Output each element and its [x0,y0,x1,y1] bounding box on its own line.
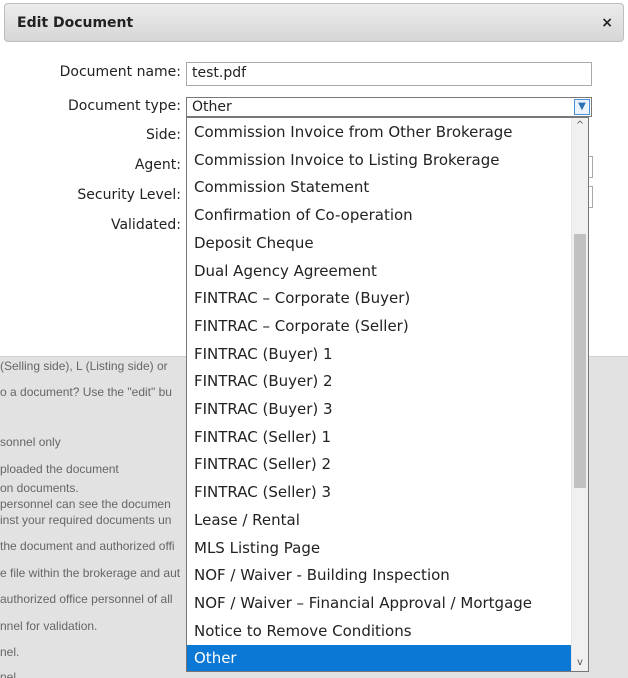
background-text-line: the document and authorized offi [0,539,175,553]
dropdown-option[interactable]: Dual Agency Agreement [187,258,572,286]
background-text-line: ploaded the document [0,462,119,476]
dropdown-option[interactable]: FINTRAC – Corporate (Seller) [187,313,572,341]
dropdown-option[interactable]: Commission Invoice to Listing Brokerage [187,147,572,175]
background-text-line: nel. [0,645,20,659]
dropdown-option[interactable]: FINTRAC (Buyer) 3 [187,396,572,424]
agent-label: Agent: [134,157,181,173]
dropdown-option[interactable]: FINTRAC (Buyer) 1 [187,341,572,369]
dropdown-option[interactable]: Commission Statement [187,174,572,202]
side-label: Side: [146,127,181,143]
close-icon[interactable]: × [601,15,613,31]
dropdown-option[interactable]: Commission Invoice from Other Brokerage [187,119,572,147]
document-type-select[interactable]: Other ▼ [186,97,592,117]
background-text-line: (Selling side), L (Listing side) or [0,359,168,373]
dropdown-option[interactable]: Lease / Rental [187,507,572,535]
document-type-label: Document type: [68,98,181,114]
dropdown-option[interactable]: Confirmation of Co-operation [187,202,572,230]
dropdown-option[interactable]: FINTRAC (Seller) 3 [187,479,572,507]
background-text-line: nnel for validation. [0,619,98,633]
background-text-line: personnel can see the documen [0,497,171,511]
dropdown-option[interactable]: FINTRAC – Corporate (Buyer) [187,285,572,313]
dropdown-option[interactable]: FINTRAC (Buyer) 2 [187,368,572,396]
dropdown-option[interactable]: NOF / Waiver – Financial Approval / Mort… [187,590,572,618]
dropdown-option[interactable]: FINTRAC (Seller) 1 [187,424,572,452]
dropdown-option[interactable]: MLS Listing Page [187,535,572,563]
document-name-input[interactable]: test.pdf [186,62,592,86]
document-type-dropdown-list[interactable]: Commission Invoice from Other Brokerage C… [186,117,589,672]
background-text-line: on documents. [0,481,79,495]
background-text-line: authorized office personnel of all [0,592,173,606]
background-text-line: e file within the brokerage and aut [0,566,181,580]
dropdown-option[interactable]: NOF / Waiver - Building Inspection [187,562,572,590]
dropdown-option[interactable]: Deposit Cheque [187,230,572,258]
validated-label: Validated: [110,217,181,233]
dropdown-option[interactable]: Other [187,645,572,671]
document-type-value: Other [192,99,232,115]
background-text-line: sonnel only [0,435,61,449]
scroll-down-icon[interactable]: v [572,655,588,671]
dialog-header: Edit Document × [4,3,624,42]
dropdown-scrollbar[interactable]: ^ v [571,118,588,671]
scrollbar-thumb[interactable] [574,234,586,488]
document-name-label: Document name: [59,64,181,80]
background-text-line: inst your required documents un [0,513,172,527]
scroll-up-icon[interactable]: ^ [572,118,588,134]
dialog-title: Edit Document [17,15,134,31]
dropdown-option[interactable]: FINTRAC (Seller) 2 [187,451,572,479]
security-level-label: Security Level: [77,187,181,203]
background-text-line: o a document? Use the "edit" bu [0,385,172,399]
chevron-down-icon[interactable]: ▼ [574,99,590,115]
dropdown-option[interactable]: Notice to Remove Conditions [187,618,572,646]
